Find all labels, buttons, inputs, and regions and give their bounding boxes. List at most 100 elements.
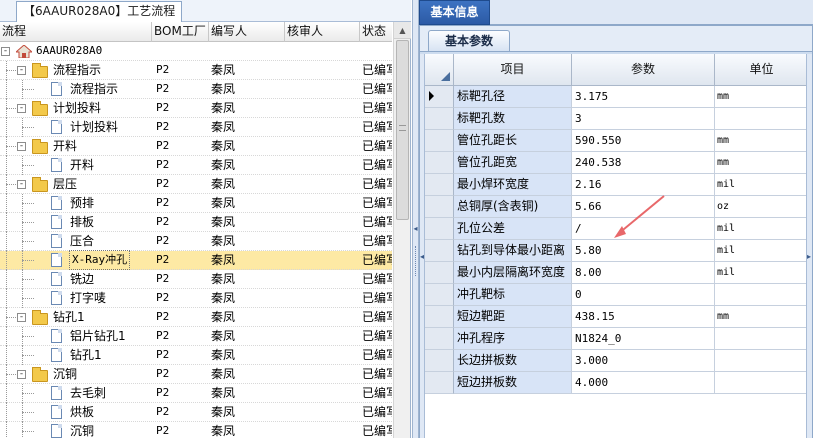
- col-header-flow[interactable]: 流程: [0, 22, 152, 42]
- param-value-cell[interactable]: 438.15: [572, 306, 715, 328]
- row-indicator[interactable]: [425, 328, 454, 350]
- collapse-toggle-icon[interactable]: -: [17, 104, 26, 113]
- param-value-cell[interactable]: 0: [572, 284, 715, 306]
- tree-row[interactable]: - 层压 P2 秦凤 已编写: [0, 175, 392, 194]
- param-unit-cell[interactable]: [715, 284, 808, 306]
- param-unit-cell[interactable]: [715, 372, 808, 394]
- param-unit-cell[interactable]: mm: [715, 306, 808, 328]
- tree-row[interactable]: 去毛刺 P2 秦凤 已编写: [0, 384, 392, 403]
- row-indicator[interactable]: [425, 174, 454, 196]
- collapse-toggle-icon[interactable]: -: [17, 142, 26, 151]
- row-indicator[interactable]: [425, 240, 454, 262]
- tree-row[interactable]: 压合 P2 秦凤 已编写: [0, 232, 392, 251]
- panel-splitter[interactable]: ◂: [412, 0, 419, 438]
- param-value-cell[interactable]: N1824_0: [572, 328, 715, 350]
- tree-row[interactable]: - 开料 P2 秦凤 已编写: [0, 137, 392, 156]
- row-indicator[interactable]: [425, 218, 454, 240]
- param-row[interactable]: 冲孔靶标 0: [425, 284, 808, 306]
- tree-row[interactable]: 排板 P2 秦凤 已编写: [0, 213, 392, 232]
- process-flow-tab[interactable]: 【6AAUR028A0】工艺流程: [16, 1, 183, 22]
- tree-row[interactable]: 沉铜 P2 秦凤 已编写: [0, 422, 392, 438]
- tree-vertical-scrollbar[interactable]: ▲: [393, 22, 411, 438]
- param-row[interactable]: 标靶孔径 3.175 mm: [425, 86, 808, 108]
- grid-header-param[interactable]: 参数: [572, 54, 715, 86]
- scroll-thumb[interactable]: [396, 40, 409, 220]
- collapse-toggle-icon[interactable]: -: [1, 47, 10, 56]
- param-unit-cell[interactable]: [715, 328, 808, 350]
- param-unit-cell[interactable]: mil: [715, 262, 808, 284]
- row-indicator[interactable]: [425, 350, 454, 372]
- param-value-cell[interactable]: 3: [572, 108, 715, 130]
- tree-row[interactable]: 铣边 P2 秦凤 已编写: [0, 270, 392, 289]
- param-value-cell[interactable]: 2.16: [572, 174, 715, 196]
- tree-row[interactable]: - 沉铜 P2 秦凤 已编写: [0, 365, 392, 384]
- param-unit-cell[interactable]: [715, 350, 808, 372]
- tree-row[interactable]: - 钻孔1 P2 秦凤 已编写: [0, 308, 392, 327]
- param-unit-cell[interactable]: mm: [715, 152, 808, 174]
- param-row[interactable]: 最小焊环宽度 2.16 mil: [425, 174, 808, 196]
- basic-params-tab[interactable]: 基本参数: [428, 30, 510, 51]
- row-indicator[interactable]: [425, 284, 454, 306]
- col-header-bom[interactable]: BOM工厂: [152, 22, 209, 42]
- tree-row[interactable]: 流程指示 P2 秦凤 已编写: [0, 80, 392, 99]
- tree-row[interactable]: 烘板 P2 秦凤 已编写: [0, 403, 392, 422]
- param-row[interactable]: 总铜厚(含表铜) 5.66 oz: [425, 196, 808, 218]
- tree-row[interactable]: - 计划投料 P2 秦凤 已编写: [0, 99, 392, 118]
- param-row[interactable]: 管位孔距长 590.550 mm: [425, 130, 808, 152]
- row-indicator[interactable]: [425, 196, 454, 218]
- param-row[interactable]: 孔位公差 / mil: [425, 218, 808, 240]
- tree-row[interactable]: - 流程指示 P2 秦凤 已编写: [0, 61, 392, 80]
- param-value-cell[interactable]: 3.175: [572, 86, 715, 108]
- param-row[interactable]: 短边拼板数 4.000: [425, 372, 808, 394]
- tree-row[interactable]: 开料 P2 秦凤 已编写: [0, 156, 392, 175]
- param-unit-cell[interactable]: mm: [715, 130, 808, 152]
- collapse-toggle-icon[interactable]: -: [17, 66, 26, 75]
- tree-row[interactable]: 打字唛 P2 秦凤 已编写: [0, 289, 392, 308]
- tree-row[interactable]: 计划投料 P2 秦凤 已编写: [0, 118, 392, 137]
- param-row[interactable]: 钻孔到导体最小距离 5.80 mil: [425, 240, 808, 262]
- param-value-cell[interactable]: 5.66: [572, 196, 715, 218]
- param-unit-cell[interactable]: mm: [715, 86, 808, 108]
- param-unit-cell[interactable]: oz: [715, 196, 808, 218]
- basic-info-tab[interactable]: 基本信息: [419, 0, 490, 25]
- tree-row[interactable]: 钻孔1 P2 秦凤 已编写: [0, 346, 392, 365]
- row-indicator[interactable]: [425, 306, 454, 328]
- col-header-reviewer[interactable]: 核审人: [285, 22, 360, 42]
- param-value-cell[interactable]: 240.538: [572, 152, 715, 174]
- param-row[interactable]: 短边靶距 438.15 mm: [425, 306, 808, 328]
- tree-row[interactable]: 预排 P2 秦凤 已编写: [0, 194, 392, 213]
- row-indicator[interactable]: [425, 152, 454, 174]
- param-row[interactable]: 冲孔程序 N1824_0: [425, 328, 808, 350]
- row-indicator[interactable]: [425, 262, 454, 284]
- param-value-cell[interactable]: 8.00: [572, 262, 715, 284]
- row-indicator[interactable]: [425, 130, 454, 152]
- row-indicator[interactable]: [425, 86, 454, 108]
- param-value-cell[interactable]: 5.80: [572, 240, 715, 262]
- collapse-left-arrow-icon[interactable]: ◂: [413, 224, 418, 234]
- param-unit-cell[interactable]: [715, 108, 808, 130]
- param-value-cell[interactable]: 3.000: [572, 350, 715, 372]
- row-indicator[interactable]: [425, 372, 454, 394]
- param-row[interactable]: 管位孔距宽 240.538 mm: [425, 152, 808, 174]
- param-row[interactable]: 标靶孔数 3: [425, 108, 808, 130]
- grid-corner[interactable]: [425, 54, 454, 86]
- tree-row[interactable]: - 6AAUR028A0: [0, 42, 392, 61]
- tree-row-selected[interactable]: X-Ray冲孔 P2 秦凤 已编写: [0, 250, 392, 270]
- collapse-arrow-icon[interactable]: ◂: [420, 252, 424, 261]
- param-value-cell[interactable]: 590.550: [572, 130, 715, 152]
- collapse-toggle-icon[interactable]: -: [17, 180, 26, 189]
- row-indicator[interactable]: [425, 108, 454, 130]
- param-unit-cell[interactable]: mil: [715, 218, 808, 240]
- grid-header-item[interactable]: 项目: [454, 54, 572, 86]
- collapse-right-arrow-icon[interactable]: ▸: [807, 252, 811, 261]
- grid-header-unit[interactable]: 单位: [715, 54, 808, 86]
- collapse-toggle-icon[interactable]: -: [17, 370, 26, 379]
- param-row[interactable]: 最小内层隔离环宽度 8.00 mil: [425, 262, 808, 284]
- param-value-cell[interactable]: /: [572, 218, 715, 240]
- col-header-writer[interactable]: 编写人: [209, 22, 285, 42]
- scroll-up-arrow-icon[interactable]: ▲: [394, 22, 411, 39]
- inner-right-splitter[interactable]: ▸: [806, 54, 812, 438]
- col-header-status[interactable]: 状态: [360, 22, 392, 42]
- param-unit-cell[interactable]: mil: [715, 240, 808, 262]
- collapse-toggle-icon[interactable]: -: [17, 313, 26, 322]
